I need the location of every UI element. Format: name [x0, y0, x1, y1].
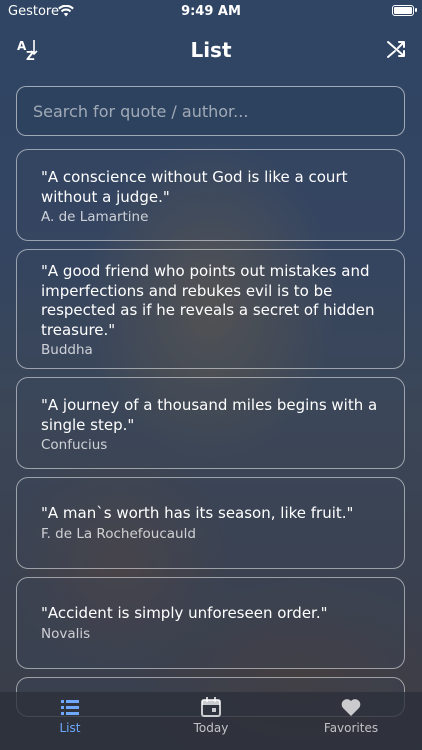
tab-label: List [59, 721, 81, 735]
tab-list[interactable]: List [0, 696, 140, 746]
navigation-bar: A Z List [0, 28, 422, 72]
tab-label: Favorites [323, 721, 379, 735]
search-input[interactable] [17, 87, 404, 135]
quote-text: "A good friend who points out mistakes a… [41, 262, 375, 339]
quote-card[interactable]: "A good friend who points out mistakes a… [16, 249, 405, 369]
battery-icon [392, 5, 417, 16]
quote-card[interactable]: "A journey of a thousand miles begins wi… [16, 377, 405, 469]
quote-text: "A conscience without God is like a cour… [41, 168, 348, 206]
tab-bar: List Today Favorites [0, 692, 422, 750]
quote-author: Novalis [41, 625, 91, 642]
quote-author: Buddha [41, 342, 93, 358]
quote-author: F. de La Rochefoucauld [41, 525, 196, 542]
search-bar [16, 86, 405, 136]
calendar-icon [201, 697, 221, 717]
quote-card[interactable]: "Accident is simply unforeseen order." N… [16, 577, 405, 669]
quote-card[interactable]: "A man`s worth has its season, like frui… [16, 477, 405, 569]
clock: 9:49 AM [181, 4, 241, 19]
list-icon [61, 700, 79, 715]
tab-today[interactable]: Today [141, 696, 281, 746]
status-bar: Gestore 9:49 AM [0, 0, 422, 24]
quote-card[interactable]: "A conscience without God is like a cour… [16, 149, 405, 241]
quote-author: Confucius [41, 437, 108, 453]
shuffle-icon[interactable] [386, 38, 408, 60]
heart-icon [341, 699, 361, 716]
quote-text: "A journey of a thousand miles begins wi… [41, 396, 378, 434]
page-title: List [190, 38, 232, 62]
tab-label: Today [193, 721, 229, 735]
tab-favorites[interactable]: Favorites [281, 696, 421, 746]
quote-author: A. de Lamartine [41, 209, 149, 225]
quote-text: "Accident is simply unforeseen order." [41, 604, 328, 622]
quote-text: "A man`s worth has its season, like frui… [41, 504, 354, 522]
